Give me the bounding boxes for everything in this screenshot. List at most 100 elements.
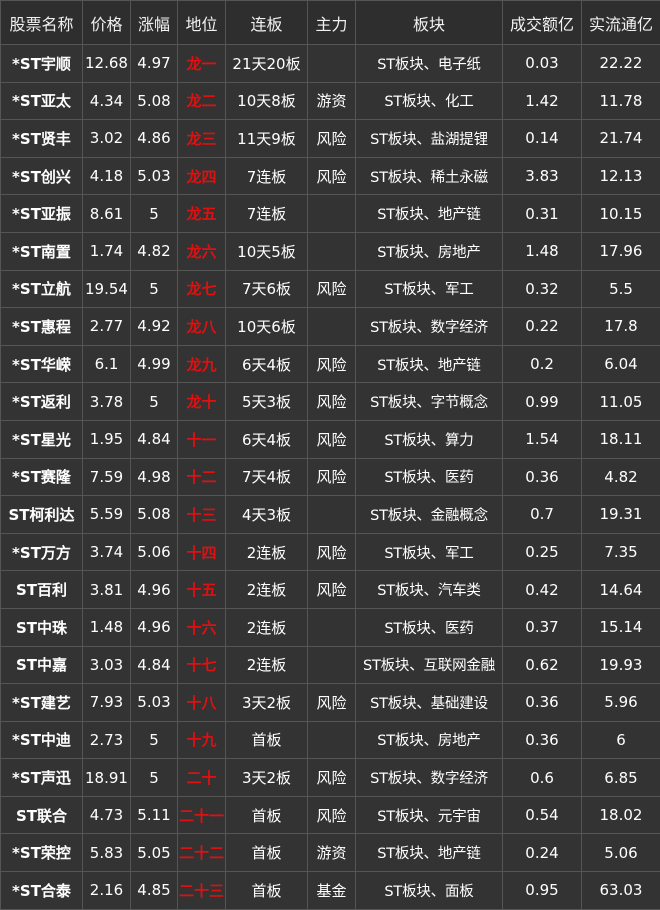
price-cell: 3.02 <box>83 120 131 158</box>
main-force-cell: 风险 <box>308 571 356 609</box>
turnover-cell: 0.36 <box>503 721 582 759</box>
rank-cell: 二十二 <box>178 834 226 872</box>
change-cell: 5.03 <box>131 684 178 722</box>
price-cell: 18.91 <box>83 759 131 797</box>
price-cell: 2.73 <box>83 721 131 759</box>
change-cell: 4.99 <box>131 345 178 383</box>
header-change[interactable]: 涨幅 <box>131 1 178 45</box>
header-streak[interactable]: 连板 <box>226 1 308 45</box>
table-row[interactable]: ST中嘉3.034.84十七2连板ST板块、互联网金融0.6219.93 <box>1 646 660 684</box>
stock-name-cell: *ST亚振 <box>1 195 83 233</box>
price-cell: 5.59 <box>83 496 131 534</box>
rank-cell: 龙七 <box>178 270 226 308</box>
stock-name-cell: *ST立航 <box>1 270 83 308</box>
table-row[interactable]: *ST星光1.954.84十一6天4板风险ST板块、算力1.5418.11 <box>1 420 660 458</box>
table-row[interactable]: *ST宇顺12.684.97龙一21天20板ST板块、电子纸0.0322.22 <box>1 45 660 83</box>
header-main-force[interactable]: 主力 <box>308 1 356 45</box>
table-row[interactable]: *ST合泰2.164.85二十三首板基金ST板块、面板0.9563.03 <box>1 872 660 910</box>
streak-cell: 10天5板 <box>226 232 308 270</box>
turnover-cell: 0.14 <box>503 120 582 158</box>
sector-cell: ST板块、地产链 <box>356 345 503 383</box>
turnover-cell: 0.31 <box>503 195 582 233</box>
rank-cell: 十九 <box>178 721 226 759</box>
table-body: *ST宇顺12.684.97龙一21天20板ST板块、电子纸0.0322.22*… <box>1 45 660 910</box>
sector-cell: ST板块、地产链 <box>356 834 503 872</box>
sector-cell: ST板块、字节概念 <box>356 383 503 421</box>
streak-cell: 6天4板 <box>226 420 308 458</box>
header-price[interactable]: 价格 <box>83 1 131 45</box>
price-cell: 5.83 <box>83 834 131 872</box>
price-cell: 6.1 <box>83 345 131 383</box>
price-cell: 12.68 <box>83 45 131 83</box>
table-row[interactable]: *ST立航19.545龙七7天6板风险ST板块、军工0.325.5 <box>1 270 660 308</box>
table-row[interactable]: *ST荣控5.835.05二十二首板游资ST板块、地产链0.245.06 <box>1 834 660 872</box>
float-cap-cell: 11.78 <box>582 82 660 120</box>
change-cell: 5.11 <box>131 796 178 834</box>
float-cap-cell: 21.74 <box>582 120 660 158</box>
stock-name-cell: *ST南置 <box>1 232 83 270</box>
streak-cell: 首板 <box>226 796 308 834</box>
stock-name-cell: *ST亚太 <box>1 82 83 120</box>
main-force-cell <box>308 721 356 759</box>
table-row[interactable]: ST百利3.814.96十五2连板风险ST板块、汽车类0.4214.64 <box>1 571 660 609</box>
stock-name-cell: ST中珠 <box>1 608 83 646</box>
table-row[interactable]: *ST亚振8.615龙五7连板ST板块、地产链0.3110.15 <box>1 195 660 233</box>
header-float[interactable]: 实流通亿 <box>582 1 660 45</box>
float-cap-cell: 4.82 <box>582 458 660 496</box>
main-force-cell: 风险 <box>308 759 356 797</box>
header-name[interactable]: 股票名称 <box>1 1 83 45</box>
streak-cell: 5天3板 <box>226 383 308 421</box>
price-cell: 3.74 <box>83 533 131 571</box>
sector-cell: ST板块、面板 <box>356 872 503 910</box>
turnover-cell: 0.36 <box>503 458 582 496</box>
table-row[interactable]: ST联合4.735.11二十一首板风险ST板块、元宇宙0.5418.02 <box>1 796 660 834</box>
float-cap-cell: 19.93 <box>582 646 660 684</box>
main-force-cell <box>308 45 356 83</box>
header-turnover[interactable]: 成交额亿 <box>503 1 582 45</box>
table-row[interactable]: *ST创兴4.185.03龙四7连板风险ST板块、稀土永磁3.8312.13 <box>1 157 660 195</box>
table-row[interactable]: ST中珠1.484.96十六2连板ST板块、医药0.3715.14 <box>1 608 660 646</box>
stock-name-cell: *ST贤丰 <box>1 120 83 158</box>
header-sector[interactable]: 板块 <box>356 1 503 45</box>
price-cell: 3.81 <box>83 571 131 609</box>
rank-cell: 十四 <box>178 533 226 571</box>
price-cell: 1.74 <box>83 232 131 270</box>
stock-name-cell: *ST创兴 <box>1 157 83 195</box>
main-force-cell: 基金 <box>308 872 356 910</box>
float-cap-cell: 12.13 <box>582 157 660 195</box>
float-cap-cell: 6 <box>582 721 660 759</box>
turnover-cell: 0.24 <box>503 834 582 872</box>
table-row[interactable]: ST柯利达5.595.08十三4天3板ST板块、金融概念0.719.31 <box>1 496 660 534</box>
price-cell: 2.77 <box>83 308 131 346</box>
turnover-cell: 0.25 <box>503 533 582 571</box>
rank-cell: 龙六 <box>178 232 226 270</box>
table-row[interactable]: *ST建艺7.935.03十八3天2板风险ST板块、基础建设0.365.96 <box>1 684 660 722</box>
table-row[interactable]: *ST返利3.785龙十5天3板风险ST板块、字节概念0.9911.05 <box>1 383 660 421</box>
rank-cell: 龙三 <box>178 120 226 158</box>
price-cell: 4.34 <box>83 82 131 120</box>
float-cap-cell: 6.85 <box>582 759 660 797</box>
table-row[interactable]: *ST声迅18.915二十3天2板风险ST板块、数字经济0.66.85 <box>1 759 660 797</box>
stock-name-cell: *ST万方 <box>1 533 83 571</box>
turnover-cell: 0.62 <box>503 646 582 684</box>
header-rank[interactable]: 地位 <box>178 1 226 45</box>
price-cell: 1.95 <box>83 420 131 458</box>
main-force-cell <box>308 646 356 684</box>
table-row[interactable]: *ST中迪2.735十九首板ST板块、房地产0.366 <box>1 721 660 759</box>
main-force-cell: 风险 <box>308 120 356 158</box>
streak-cell: 2连板 <box>226 608 308 646</box>
table-row[interactable]: *ST惠程2.774.92龙八10天6板ST板块、数字经济0.2217.8 <box>1 308 660 346</box>
float-cap-cell: 17.96 <box>582 232 660 270</box>
change-cell: 4.84 <box>131 646 178 684</box>
table-row[interactable]: *ST贤丰3.024.86龙三11天9板风险ST板块、盐湖提锂0.1421.74 <box>1 120 660 158</box>
table-row[interactable]: *ST赛隆7.594.98十二7天4板风险ST板块、医药0.364.82 <box>1 458 660 496</box>
table-row[interactable]: *ST万方3.745.06十四2连板风险ST板块、军工0.257.35 <box>1 533 660 571</box>
header-row: 股票名称 价格 涨幅 地位 连板 主力 板块 成交额亿 实流通亿 <box>1 1 660 45</box>
table-row[interactable]: *ST华嵘6.14.99龙九6天4板风险ST板块、地产链0.26.04 <box>1 345 660 383</box>
price-cell: 3.78 <box>83 383 131 421</box>
turnover-cell: 1.42 <box>503 82 582 120</box>
table-row[interactable]: *ST亚太4.345.08龙二10天8板游资ST板块、化工1.4211.78 <box>1 82 660 120</box>
price-cell: 3.03 <box>83 646 131 684</box>
table-row[interactable]: *ST南置1.744.82龙六10天5板ST板块、房地产1.4817.96 <box>1 232 660 270</box>
stock-name-cell: ST百利 <box>1 571 83 609</box>
